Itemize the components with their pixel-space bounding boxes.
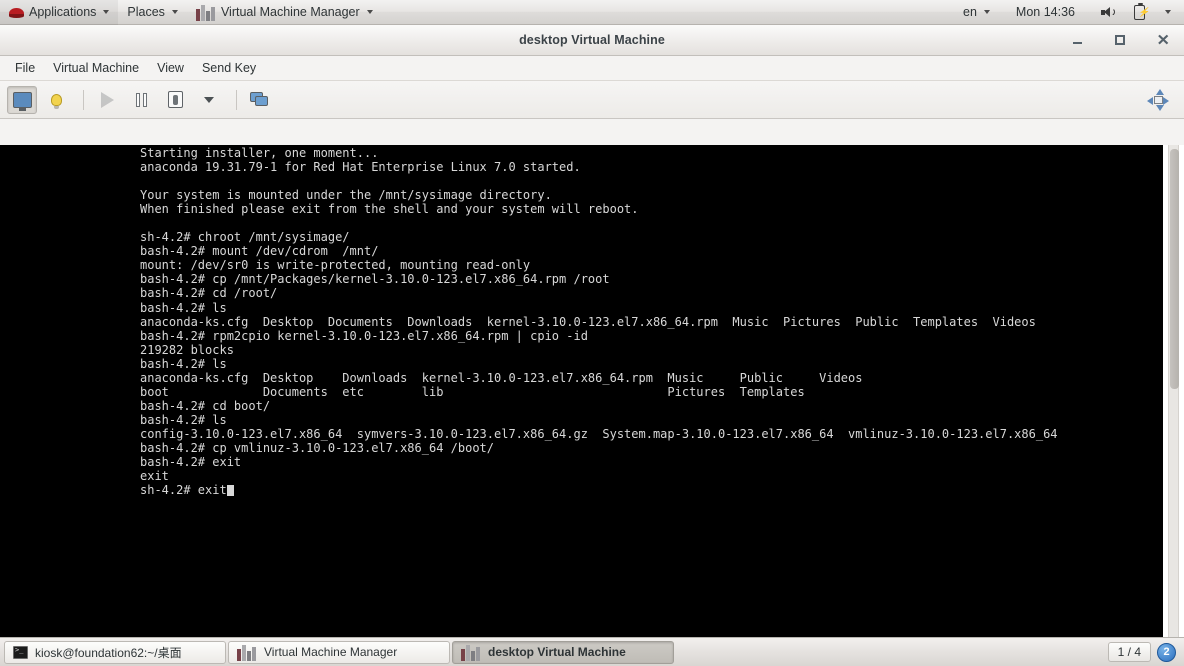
- active-application-label: Virtual Machine Manager: [220, 5, 360, 19]
- volume-indicator[interactable]: [1092, 0, 1125, 25]
- vm-console-area: Starting installer, one moment... anacon…: [0, 145, 1184, 658]
- chevron-down-icon: [103, 10, 110, 14]
- window-controls: ✕: [1069, 32, 1184, 48]
- pause-icon: [135, 92, 147, 107]
- menu-send-key[interactable]: Send Key: [193, 58, 265, 78]
- menu-virtual-machine[interactable]: Virtual Machine: [44, 58, 148, 78]
- show-details-button[interactable]: [41, 86, 71, 114]
- window-menubar: File Virtual Machine View Send Key: [0, 56, 1184, 81]
- snapshots-button[interactable]: [245, 86, 275, 114]
- desktop-root: Applications Places Virtual Machine Mana…: [0, 0, 1184, 666]
- lightbulb-icon: [50, 93, 62, 109]
- keyboard-layout-menu[interactable]: en: [954, 0, 999, 25]
- chevron-down-icon: [1165, 10, 1171, 14]
- close-button[interactable]: ✕: [1155, 32, 1171, 48]
- fullscreen-button[interactable]: [1143, 86, 1173, 114]
- power-icon: [167, 91, 183, 108]
- virtual-machine-manager-icon: [195, 4, 216, 21]
- console-vertical-scrollbar[interactable]: [1168, 145, 1179, 657]
- pause-button[interactable]: [126, 86, 156, 114]
- maximize-button[interactable]: [1112, 32, 1128, 48]
- window-titlebar: desktop Virtual Machine ✕: [0, 25, 1184, 56]
- chevron-down-icon: [171, 10, 178, 14]
- vm-console-screen[interactable]: Starting installer, one moment... anacon…: [0, 145, 1163, 657]
- virtual-machine-manager-icon: [461, 644, 481, 661]
- shutdown-menu-button[interactable]: [194, 86, 224, 114]
- applications-menu-label: Applications: [29, 5, 97, 19]
- taskbar-item-label: Virtual Machine Manager: [264, 645, 398, 659]
- active-application-menu[interactable]: Virtual Machine Manager: [187, 0, 382, 25]
- workspace-switcher[interactable]: 1 / 4: [1107, 642, 1151, 662]
- places-menu-label: Places: [127, 5, 165, 19]
- virtual-machine-manager-icon: [237, 644, 257, 661]
- screens-icon: [250, 91, 270, 108]
- taskbar-item-desktop-virtual-machine[interactable]: desktop Virtual Machine: [452, 640, 674, 664]
- virt-viewer-window: desktop Virtual Machine ✕ File Virtual M…: [0, 25, 1184, 658]
- toolbar-right-zone: [1143, 86, 1177, 114]
- menu-view[interactable]: View: [148, 58, 193, 78]
- resize-icon: [1147, 88, 1169, 111]
- play-icon: [100, 91, 114, 108]
- monitor-icon: [12, 91, 32, 111]
- battery-indicator[interactable]: ⚡: [1125, 0, 1154, 25]
- minimize-button[interactable]: [1069, 32, 1085, 48]
- toolbar-separator: [236, 89, 237, 110]
- terminal-icon: [13, 645, 28, 659]
- toolbar-separator: [83, 89, 84, 110]
- window-list-taskbar: kiosk@foundation62:~/桌面 Virtual Machine …: [0, 637, 1184, 666]
- places-menu[interactable]: Places: [118, 0, 187, 25]
- taskbar-item-terminal[interactable]: kiosk@foundation62:~/桌面: [4, 640, 226, 664]
- window-title: desktop Virtual Machine: [519, 33, 665, 47]
- shutdown-button[interactable]: [160, 86, 190, 114]
- terminal-text: Starting installer, one moment... anacon…: [140, 146, 1058, 498]
- gnome-top-panel: Applications Places Virtual Machine Mana…: [0, 0, 1184, 25]
- volume-icon: [1101, 6, 1116, 19]
- menu-file[interactable]: File: [6, 58, 44, 78]
- taskbar-item-virtual-machine-manager[interactable]: Virtual Machine Manager: [228, 640, 450, 664]
- terminal-output: Starting installer, one moment... anacon…: [140, 146, 1058, 497]
- chevron-down-icon: [204, 96, 214, 103]
- clock[interactable]: Mon 14:36: [999, 0, 1092, 25]
- applications-menu[interactable]: Applications: [0, 0, 119, 25]
- taskbar-status-area: 1 / 4 2: [1107, 642, 1180, 662]
- taskbar-item-label: kiosk@foundation62:~/桌面: [35, 645, 182, 660]
- vm-toolbar: [0, 81, 1184, 119]
- chevron-down-icon: [983, 10, 990, 14]
- run-button[interactable]: [92, 86, 122, 114]
- redhat-logo-icon: [9, 5, 24, 20]
- scrollbar-thumb[interactable]: [1170, 149, 1179, 389]
- clock-label: Mon 14:36: [1015, 5, 1075, 19]
- taskbar-item-label: desktop Virtual Machine: [488, 645, 626, 659]
- system-menu-button[interactable]: [1154, 0, 1180, 25]
- battery-icon: ⚡: [1134, 2, 1149, 20]
- terminal-cursor: [226, 484, 234, 496]
- chevron-down-icon: [366, 10, 373, 14]
- show-console-button[interactable]: [7, 85, 37, 114]
- top-panel-status-area: en Mon 14:36 ⚡: [954, 0, 1184, 25]
- keyboard-layout-label: en: [963, 5, 977, 19]
- notification-badge[interactable]: 2: [1157, 642, 1176, 662]
